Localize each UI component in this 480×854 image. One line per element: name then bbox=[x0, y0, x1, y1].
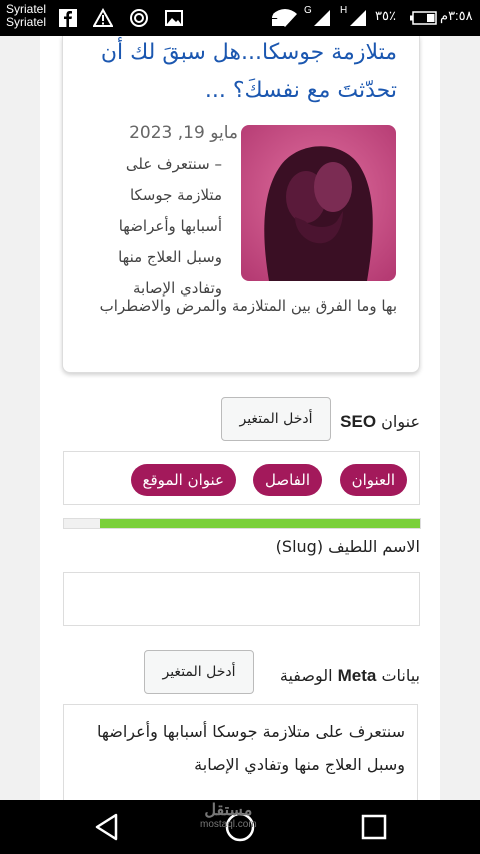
post-excerpt-part2: بها وما الفرق بين المتلازمة والمرض والاض… bbox=[99, 297, 397, 315]
seo-title-insert-variable-button[interactable]: أدخل المتغير bbox=[221, 397, 331, 441]
signal-icon-2 bbox=[350, 10, 366, 26]
tag-title[interactable]: العنوان bbox=[339, 464, 407, 496]
seo-title-progress-fill bbox=[99, 519, 420, 528]
slug-input[interactable] bbox=[63, 572, 420, 626]
seo-title-label: عنوان SEO bbox=[340, 412, 420, 432]
seo-title-label-prefix: عنوان bbox=[381, 412, 420, 431]
post-title-link[interactable]: متلازمة جوسكا...هل سبقَ لك أن تحدّثتَ مع… bbox=[77, 36, 397, 110]
warning-icon bbox=[93, 8, 113, 27]
image-icon bbox=[165, 10, 183, 26]
meta-description-editor[interactable]: سنتعرف على متلازمة جوسكا أسبابها وأعراضه… bbox=[63, 704, 418, 800]
meta-label-suffix: الوصفية bbox=[279, 666, 333, 685]
meta-insert-variable-button[interactable]: أدخل المتغير bbox=[144, 650, 254, 694]
post-date: مايو 19, 2023 bbox=[129, 123, 238, 143]
seo-title-length-progress bbox=[63, 518, 421, 529]
system-nav-bar: مستقل mostaql.com bbox=[0, 800, 480, 854]
tag-separator[interactable]: الفاصل bbox=[253, 464, 322, 496]
network-type-h: H bbox=[340, 5, 348, 16]
watermark-arabic: مستقل bbox=[204, 802, 253, 819]
post-excerpt-part1: – سنتعرف على متلازمة جوسكا أسبابها وأعرا… bbox=[118, 155, 222, 297]
battery-percent: ٣٥٪ bbox=[375, 8, 396, 23]
watermark: مستقل mostaql.com bbox=[200, 802, 257, 832]
tag-site-title[interactable]: عنوان الموقع bbox=[130, 464, 236, 496]
signal-icon-1 bbox=[314, 10, 330, 26]
battery-icon bbox=[410, 11, 437, 25]
recents-icon[interactable] bbox=[357, 810, 391, 844]
post-thumbnail[interactable] bbox=[241, 125, 396, 281]
meta-description-label: بيانات Meta الوصفية bbox=[280, 666, 420, 686]
carrier-names: Syriatel Syriatel bbox=[6, 3, 46, 29]
clock: ٣:٥٨م bbox=[440, 8, 473, 23]
silhouette-heads-image bbox=[241, 125, 396, 281]
status-bar: Syriatel Syriatel G H ٣٥٪ ٣:٥٨م bbox=[0, 0, 480, 36]
network-type-g: G bbox=[304, 5, 312, 16]
wifi-icon bbox=[273, 9, 297, 27]
post-editor-content: متلازمة جوسكا...هل سبقَ لك أن تحدّثتَ مع… bbox=[0, 36, 480, 800]
carrier-2: Syriatel bbox=[6, 15, 47, 29]
back-icon[interactable] bbox=[90, 810, 124, 844]
seo-title-editor[interactable]: العنوان الفاصل عنوان الموقع bbox=[63, 451, 420, 505]
meta-label-bold: Meta bbox=[337, 666, 377, 685]
watermark-latin: mostaql.com bbox=[200, 819, 257, 830]
post-preview-card[interactable]: متلازمة جوسكا...هل سبقَ لك أن تحدّثتَ مع… bbox=[62, 36, 420, 373]
facebook-icon bbox=[59, 9, 77, 27]
target-icon bbox=[130, 9, 148, 27]
meta-label-prefix: بيانات bbox=[381, 666, 420, 685]
slug-label: الاسم اللطيف (Slug) bbox=[275, 537, 420, 556]
seo-title-label-bold: SEO bbox=[340, 412, 377, 431]
